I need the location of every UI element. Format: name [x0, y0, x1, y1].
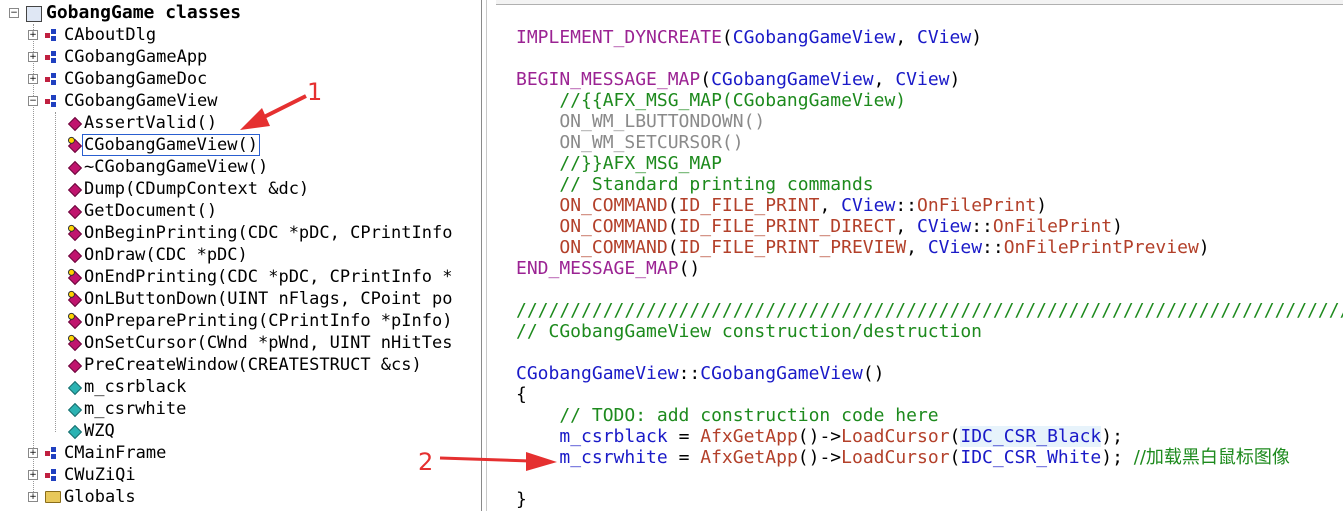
- annotation-arrow-1: [240, 94, 307, 130]
- annotation-arrow-2: [439, 452, 557, 471]
- annotation-arrows: [240, 94, 557, 471]
- annotation-number-2: 2: [418, 448, 434, 476]
- annotation-number-1: 1: [307, 78, 323, 106]
